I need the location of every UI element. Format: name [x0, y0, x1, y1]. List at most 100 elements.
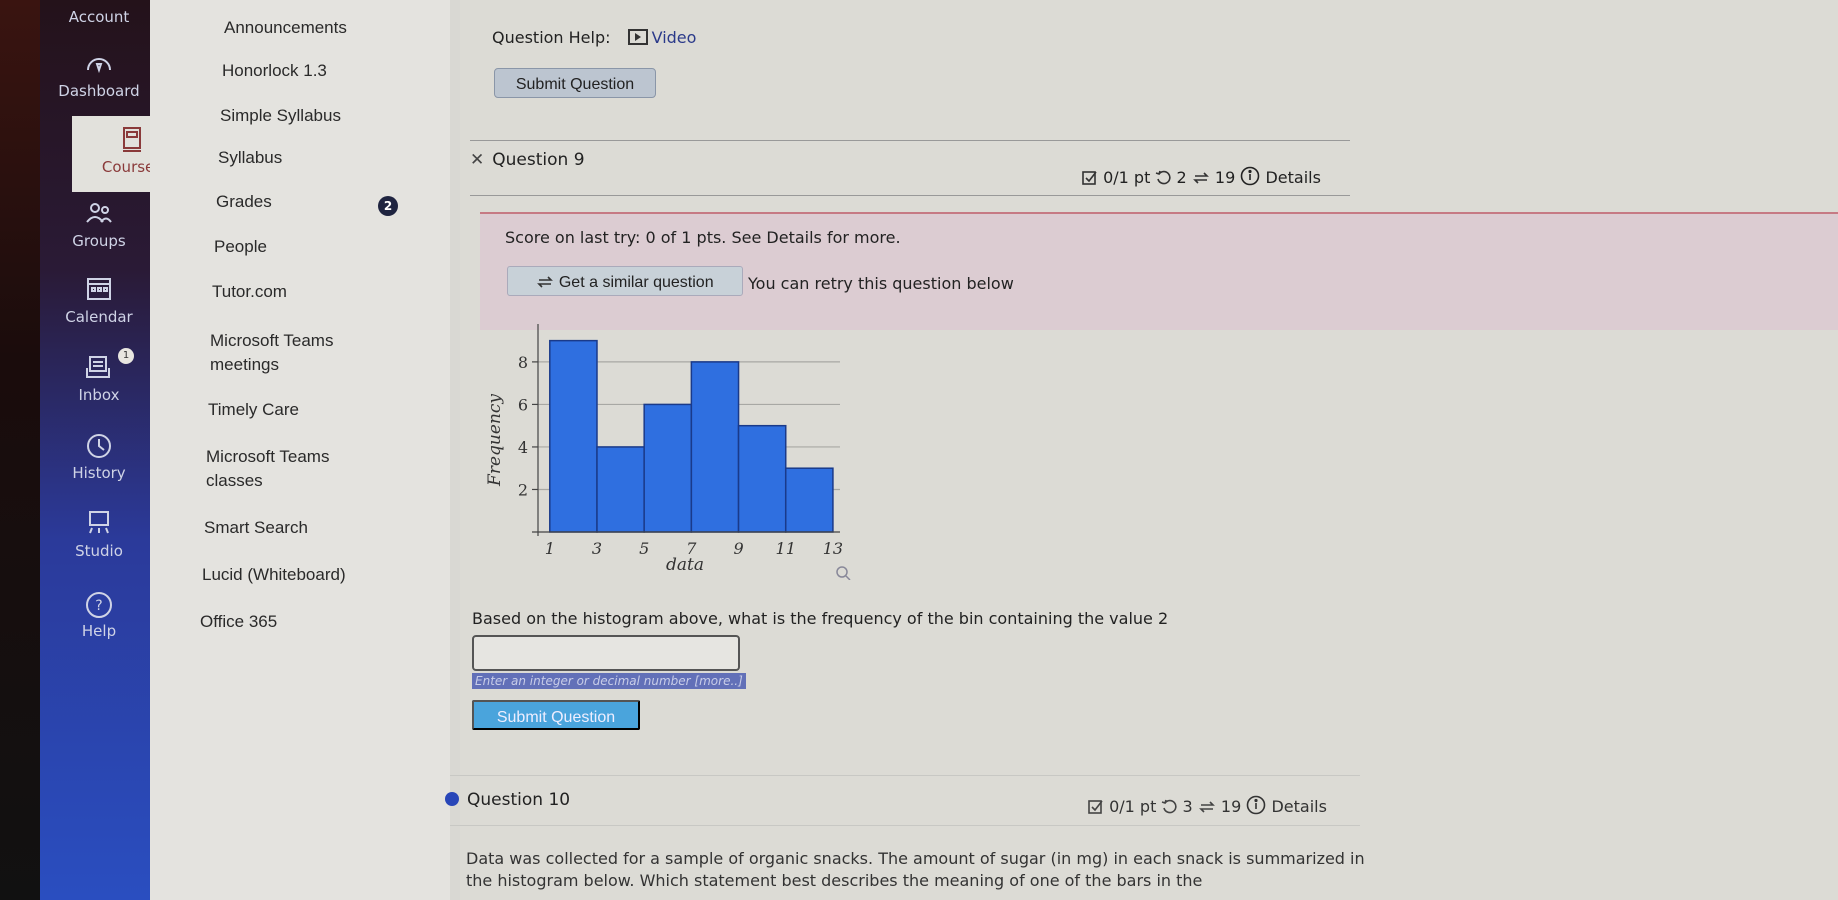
nav-label: History — [72, 464, 126, 482]
nav-label: Help — [81, 622, 117, 640]
x-tick-label: 3 — [592, 539, 602, 558]
courses-icon — [117, 126, 147, 154]
retry-icon — [1161, 799, 1178, 819]
info-icon[interactable] — [1246, 795, 1266, 819]
checkbox-edit-icon — [1082, 170, 1098, 190]
course-nav-teams-meetings[interactable]: Microsoft Teams meetings — [210, 329, 370, 377]
history-icon — [84, 432, 114, 460]
y-tick-label: 4 — [518, 438, 528, 457]
nav-dashboard[interactable]: Dashboard — [40, 50, 158, 100]
x-icon: ✕ — [470, 150, 485, 170]
groups-icon — [84, 200, 114, 228]
question-title: Question 10 — [467, 790, 571, 810]
course-nav-announcements[interactable]: Announcements — [224, 18, 347, 38]
course-nav-tutor[interactable]: Tutor.com — [212, 282, 287, 302]
nav-groups[interactable]: Groups — [40, 200, 158, 250]
video-icon — [627, 29, 648, 45]
details-link[interactable]: Details — [1265, 168, 1320, 187]
global-nav: Account Dashboard Courses Groups Calenda… — [40, 0, 192, 900]
question-10-meta: 0/1 pt 3 19 Details — [1088, 795, 1327, 819]
course-nav-teams-classes[interactable]: Microsoft Teams classes — [206, 445, 366, 493]
course-nav-people[interactable]: People — [214, 237, 267, 257]
video-label: Video — [651, 28, 697, 47]
nav-label: Calendar — [65, 308, 133, 326]
versions-icon — [1192, 170, 1210, 190]
nav-label: Groups — [72, 232, 126, 250]
submit-question-button-previous[interactable]: Submit Question — [494, 68, 656, 98]
retry-icon — [1155, 170, 1172, 190]
versions-icon — [536, 271, 554, 301]
course-nav-office365[interactable]: Office 365 — [200, 612, 277, 632]
question-title: Question 9 — [492, 150, 585, 170]
checkbox-edit-icon — [1088, 799, 1104, 819]
answer-hint[interactable]: Enter an integer or decimal number [more… — [472, 673, 746, 689]
points: 0/1 pt — [1103, 168, 1151, 187]
hint-text: Enter an integer or decimal number [more… — [475, 674, 743, 688]
nav-label: Studio — [75, 542, 123, 560]
divider — [470, 140, 1350, 141]
versions-count: 19 — [1220, 797, 1242, 816]
video-link[interactable]: Video — [627, 28, 697, 47]
histogram-bar — [549, 339, 598, 533]
nav-help[interactable]: ? Help — [40, 590, 158, 640]
x-tick-label: 1 — [545, 539, 555, 558]
histogram-bar — [784, 467, 834, 533]
histogram-bar — [643, 403, 693, 533]
points: 0/1 pt — [1109, 797, 1157, 816]
score-text: Score on last try: 0 of 1 pts. See Detai… — [505, 228, 901, 247]
question-10-title[interactable]: Question 10 — [445, 790, 570, 810]
nav-studio[interactable]: Studio — [40, 510, 158, 560]
submit-question-button[interactable]: Submit Question — [472, 700, 640, 730]
histogram-chart: 24681 3 5 7 9 11 13 data Frequency — [485, 324, 851, 580]
nav-label: Inbox — [78, 386, 120, 404]
svg-text:?: ? — [95, 598, 102, 614]
histogram-bar — [690, 361, 740, 533]
nav-calendar[interactable]: Calendar — [40, 276, 158, 326]
y-tick-label: 8 — [518, 353, 528, 372]
inbox-badge: 1 — [118, 348, 134, 364]
studio-icon — [84, 510, 114, 538]
nav-history[interactable]: History — [40, 432, 158, 482]
details-link[interactable]: Details — [1271, 797, 1326, 816]
course-nav-grades[interactable]: Grades — [216, 192, 272, 212]
retries-count: 3 — [1182, 797, 1193, 816]
calendar-icon — [84, 276, 114, 304]
y-tick-label: 2 — [518, 480, 528, 499]
course-nav-simple-syllabus[interactable]: Simple Syllabus — [220, 106, 341, 126]
nav-inbox[interactable]: 1 Inbox — [40, 348, 158, 404]
similar-question-button[interactable]: Get a similar question — [507, 266, 743, 296]
question-10-text: Data was collected for a sample of organ… — [466, 849, 1365, 890]
info-icon[interactable] — [1240, 166, 1260, 190]
course-nav: Announcements Honorlock 1.3 Simple Sylla… — [150, 0, 450, 900]
zoom-magnifier-icon[interactable] — [836, 566, 851, 580]
versions-count: 19 — [1214, 168, 1236, 187]
divider — [450, 775, 1360, 776]
question-help: Question Help: Video — [492, 28, 696, 47]
versions-icon — [1198, 799, 1216, 819]
answer-input[interactable] — [472, 635, 740, 671]
question-prompt: Based on the histogram above, what is th… — [472, 609, 1169, 628]
x-tick-label: 13 — [823, 539, 843, 558]
y-axis-label: Frequency — [485, 394, 505, 487]
screen-bezel — [0, 0, 40, 900]
course-nav-smart-search[interactable]: Smart Search — [204, 518, 308, 538]
grades-badge: 2 — [378, 196, 398, 216]
x-tick-label: 5 — [639, 539, 649, 558]
course-nav-timely-care[interactable]: Timely Care — [208, 400, 299, 420]
similar-question-label: Get a similar question — [558, 274, 714, 291]
dashboard-icon — [84, 50, 114, 78]
histogram-bar — [737, 424, 787, 533]
course-nav-syllabus[interactable]: Syllabus — [218, 148, 282, 168]
course-nav-honorlock[interactable]: Honorlock 1.3 — [222, 61, 327, 81]
question-help-label: Question Help: — [492, 28, 611, 47]
nav-account[interactable]: Account — [40, 8, 158, 26]
question-9-title[interactable]: ✕ Question 9 — [470, 150, 585, 170]
histogram-bar — [596, 446, 645, 533]
retry-text: You can retry this question below — [748, 274, 1014, 293]
course-nav-lucid[interactable]: Lucid (Whiteboard) — [202, 565, 346, 585]
x-tick-label: 9 — [733, 539, 743, 558]
x-tick-label: 11 — [776, 539, 796, 558]
help-icon: ? — [84, 590, 114, 618]
unanswered-dot-icon — [445, 792, 459, 806]
divider — [470, 195, 1350, 196]
